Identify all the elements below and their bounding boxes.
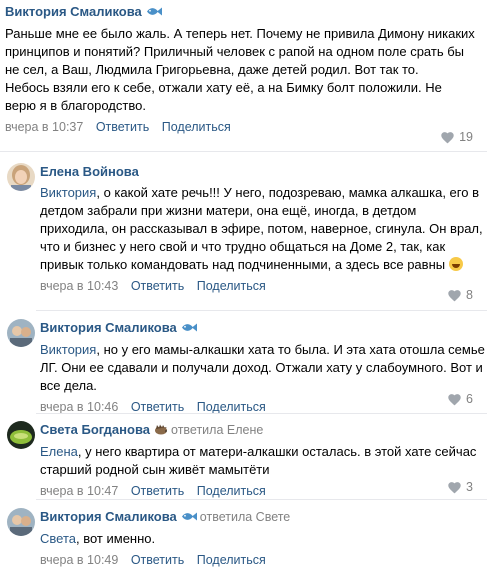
comment-body: , о какой хате речь!!! У него, подозрева… [40, 185, 483, 272]
comment-time[interactable]: вчера в 10:43 [40, 279, 118, 293]
comment-body: , вот именно. [76, 531, 156, 546]
fish-icon [181, 320, 197, 338]
avatar[interactable] [7, 319, 35, 347]
like-count: 6 [466, 392, 473, 406]
like-count: 19 [459, 130, 473, 144]
avatar[interactable] [7, 163, 35, 191]
replied-to-label[interactable]: ответила Елене [171, 423, 263, 437]
replied-to-label[interactable]: ответила Свете [200, 510, 290, 524]
comment-author[interactable]: Света Богданова [40, 422, 150, 437]
reply-link[interactable]: Ответить [131, 400, 184, 414]
reply-link[interactable]: Ответить [131, 484, 184, 498]
avatar[interactable] [7, 508, 35, 536]
heart-icon [441, 131, 454, 143]
comment-author[interactable]: Виктория Смаликова [40, 320, 177, 335]
mention-link[interactable]: Света [40, 531, 76, 546]
share-link[interactable]: Поделиться [197, 484, 266, 498]
like-button[interactable]: 8 [447, 286, 473, 304]
share-link[interactable]: Поделиться [197, 553, 266, 567]
fish-icon [181, 509, 197, 527]
comment-author[interactable]: Елена Войнова [40, 164, 139, 179]
mention-link[interactable]: Виктория [40, 185, 96, 200]
comment-text: Раньше мне ее было жаль. А теперь нет. П… [5, 26, 475, 113]
like-button[interactable]: 19 [440, 128, 473, 146]
like-button[interactable]: 3 [447, 478, 473, 496]
comment-meta: вчера в 10:37 Ответить Поделиться [5, 118, 475, 136]
comment-text: Елена, у него квартира от матери-алкашки… [40, 443, 485, 479]
divider [36, 310, 487, 311]
comment-body: , но у его мамы-алкашки хата то была. И … [40, 342, 485, 393]
comment-meta: вчера в 10:49 Ответить Поделиться [40, 551, 485, 569]
heart-icon [448, 481, 461, 493]
comment-time[interactable]: вчера в 10:49 [40, 553, 118, 567]
comment-text: Виктория, но у его мамы-алкашки хата то … [40, 341, 485, 395]
mention-link[interactable]: Елена [40, 444, 78, 459]
hedgehog-icon [154, 422, 168, 440]
divider [0, 151, 487, 152]
comment-meta: вчера в 10:47 Ответить Поделиться [40, 482, 485, 500]
divider [36, 413, 487, 414]
like-button[interactable]: 6 [447, 390, 473, 408]
heart-icon [448, 393, 461, 405]
fish-icon [146, 4, 162, 22]
comment-author[interactable]: Виктория Смаликова [5, 4, 142, 19]
like-count: 8 [466, 288, 473, 302]
divider [36, 499, 487, 500]
share-link[interactable]: Поделиться [197, 400, 266, 414]
reply-link[interactable]: Ответить [131, 279, 184, 293]
laughing-emoji-icon [448, 257, 463, 271]
share-link[interactable]: Поделиться [162, 120, 231, 134]
comment-author[interactable]: Виктория Смаликова [40, 509, 177, 524]
like-count: 3 [466, 480, 473, 494]
comment-text: Виктория, о какой хате речь!!! У него, п… [40, 184, 485, 274]
heart-icon [448, 289, 461, 301]
comment-time[interactable]: вчера в 10:37 [5, 120, 83, 134]
share-link[interactable]: Поделиться [197, 279, 266, 293]
comment-body: , у него квартира от матери-алкашки оста… [40, 444, 477, 477]
comment-text: Света, вот именно. [40, 530, 485, 548]
comment-meta: вчера в 10:43 Ответить Поделиться [40, 277, 485, 295]
comment-time[interactable]: вчера в 10:47 [40, 484, 118, 498]
comment-time[interactable]: вчера в 10:46 [40, 400, 118, 414]
avatar[interactable] [7, 421, 35, 449]
reply-link[interactable]: Ответить [96, 120, 149, 134]
reply-link[interactable]: Ответить [131, 553, 184, 567]
mention-link[interactable]: Виктория [40, 342, 96, 357]
